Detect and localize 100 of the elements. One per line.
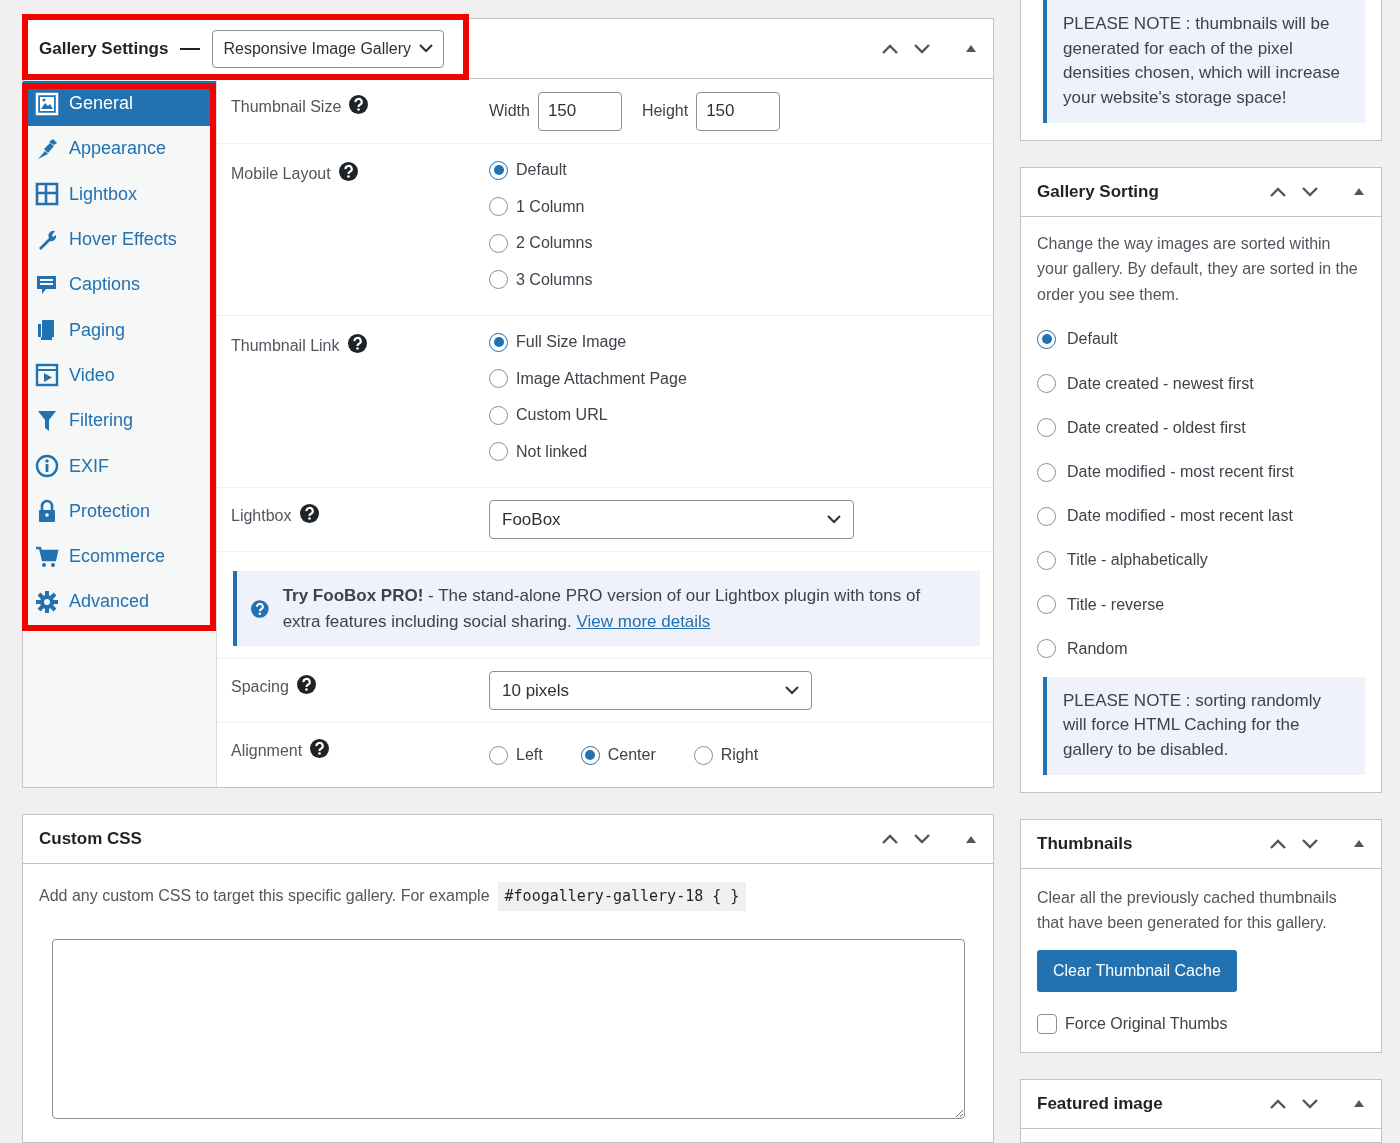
select-field[interactable]: 10 pixels: [489, 671, 812, 710]
triangle-up-icon[interactable]: [965, 834, 977, 844]
panel-title: Gallery Settings: [39, 37, 169, 60]
radio-option[interactable]: Title - alphabetically: [1037, 538, 1365, 583]
chevron-down-icon[interactable]: [913, 42, 931, 55]
radio-button[interactable]: [1037, 374, 1056, 394]
chevron-up-icon[interactable]: [881, 833, 899, 845]
chevron-up-icon[interactable]: [1269, 837, 1287, 850]
radio-button[interactable]: [1037, 639, 1056, 659]
radio-option[interactable]: Center: [580, 736, 656, 774]
radio-option[interactable]: Date created - oldest first: [1037, 405, 1365, 450]
chevron-up-icon[interactable]: [881, 42, 899, 55]
caret-icon: [419, 44, 434, 53]
radio-label: Right: [720, 745, 759, 765]
width-input[interactable]: 150: [537, 91, 622, 131]
sidebar-tab[interactable]: EXIF: [23, 443, 216, 489]
caret-icon: [785, 686, 799, 695]
help-icon: [296, 675, 316, 694]
radio-label: Date created - oldest first: [1067, 417, 1246, 438]
radio-button[interactable]: [489, 270, 508, 290]
radio-button[interactable]: [1037, 595, 1056, 615]
clear-cache-button[interactable]: Clear Thumbnail Cache: [1037, 949, 1237, 992]
field-label: Mobile Layout: [231, 164, 331, 184]
radio-label: Custom URL: [516, 405, 608, 426]
radio-option[interactable]: Random: [1037, 626, 1365, 671]
checkbox[interactable]: [1037, 1013, 1057, 1034]
select-field[interactable]: FooBox: [489, 500, 854, 539]
radio-button[interactable]: [1037, 550, 1056, 570]
radio-option[interactable]: Default: [1037, 317, 1365, 362]
radio-label: Date modified - most recent first: [1067, 462, 1294, 482]
sidebar-tab[interactable]: Protection: [23, 488, 216, 534]
radio-option[interactable]: Image Attachment Page: [489, 360, 979, 397]
radio-option[interactable]: Date created - newest first: [1037, 361, 1365, 406]
sidebar-tab[interactable]: Advanced: [23, 579, 216, 625]
radio-button[interactable]: [489, 369, 508, 389]
sidebar-tab[interactable]: Ecommerce: [23, 533, 216, 580]
radio-option[interactable]: Full Size Image: [489, 324, 979, 361]
radio-option[interactable]: Title - reverse: [1037, 582, 1365, 627]
field-label: Height: [641, 101, 689, 121]
sidebar-tab[interactable]: Hover Effects: [23, 216, 216, 263]
sidebar-tab[interactable]: Appearance: [23, 126, 216, 172]
chevron-up-icon[interactable]: [1269, 1097, 1287, 1110]
panel-title: Thumbnails: [1037, 833, 1133, 855]
radio-button[interactable]: [693, 745, 713, 765]
radio-option[interactable]: Custom URL: [489, 397, 979, 434]
radio-option[interactable]: Left: [489, 736, 543, 774]
description-text: Add any custom CSS to target this specific gallery. For example: [39, 886, 490, 907]
chevron-down-icon[interactable]: [1301, 837, 1319, 850]
radio-button[interactable]: [489, 332, 508, 352]
image-icon: [35, 91, 59, 116]
sidebar-tab[interactable]: Lightbox: [23, 171, 216, 217]
triangle-up-icon[interactable]: [1353, 1099, 1365, 1109]
sidebar-tab[interactable]: Paging: [23, 307, 216, 353]
sidebar-tab[interactable]: Video: [23, 352, 216, 399]
radio-button[interactable]: [489, 442, 508, 462]
radio-label: Center: [607, 745, 656, 765]
checkbox-option[interactable]: Force Original Thumbs: [1037, 1011, 1365, 1036]
radio-option[interactable]: 3 Columns: [489, 261, 979, 298]
radio-option[interactable]: 2 Columns: [489, 225, 979, 262]
radio-label: Title - alphabetically: [1067, 550, 1208, 571]
sidebar-tab[interactable]: Captions: [23, 262, 216, 308]
template-select[interactable]: Responsive Image Gallery: [212, 29, 445, 68]
chevron-down-icon[interactable]: [1301, 1097, 1319, 1110]
radio-label: Full Size Image: [516, 332, 627, 353]
note-text: PLEASE NOTE : thumbnails will be generated for each of the pixel densities chosen, which will increase your website's storage space!: [1043, 0, 1365, 123]
radio-button[interactable]: [489, 160, 508, 180]
radio-label: Title - reverse: [1067, 594, 1165, 615]
triangle-up-icon[interactable]: [1353, 187, 1365, 197]
chevron-up-icon[interactable]: [1269, 185, 1287, 198]
radio-option[interactable]: Date modified - most recent first: [1037, 449, 1365, 495]
radio-button[interactable]: [489, 233, 508, 253]
radio-button[interactable]: [1037, 506, 1056, 526]
filter-icon: [35, 408, 59, 433]
note-text: PLEASE NOTE : sorting randomly will force HTML Caching for the gallery to be disabled.: [1043, 676, 1365, 775]
height-input[interactable]: 150: [696, 91, 781, 131]
panel-title: Custom CSS: [39, 828, 142, 851]
help-icon: [338, 162, 358, 181]
radio-option[interactable]: Not linked: [489, 433, 979, 470]
triangle-up-icon[interactable]: [1353, 839, 1365, 849]
radio-button[interactable]: [489, 745, 508, 765]
field-label: Lightbox: [231, 506, 292, 526]
sidebar-tab[interactable]: Filtering: [23, 398, 216, 444]
radio-button[interactable]: [580, 745, 600, 765]
radio-button[interactable]: [1037, 418, 1056, 438]
radio-label: 1 Column: [516, 196, 585, 217]
radio-option[interactable]: Right: [693, 736, 759, 774]
triangle-up-icon[interactable]: [965, 44, 977, 53]
radio-option[interactable]: 1 Column: [489, 188, 979, 225]
chevron-down-icon[interactable]: [913, 833, 931, 845]
radio-button[interactable]: [489, 405, 508, 425]
panel-title: Gallery Sorting: [1037, 180, 1159, 203]
radio-button[interactable]: [489, 197, 508, 217]
radio-option[interactable]: Default: [489, 152, 979, 189]
radio-button[interactable]: [1037, 329, 1056, 349]
description-text: Change the way images are sorted within your gallery. By default, they are sorted in the order you see them.: [1037, 233, 1359, 305]
radio-label: Default: [1067, 329, 1118, 350]
chevron-down-icon[interactable]: [1301, 185, 1319, 198]
radio-option[interactable]: Date modified - most recent last: [1037, 494, 1365, 539]
radio-button[interactable]: [1037, 462, 1056, 482]
details-link[interactable]: View more details: [576, 611, 711, 631]
